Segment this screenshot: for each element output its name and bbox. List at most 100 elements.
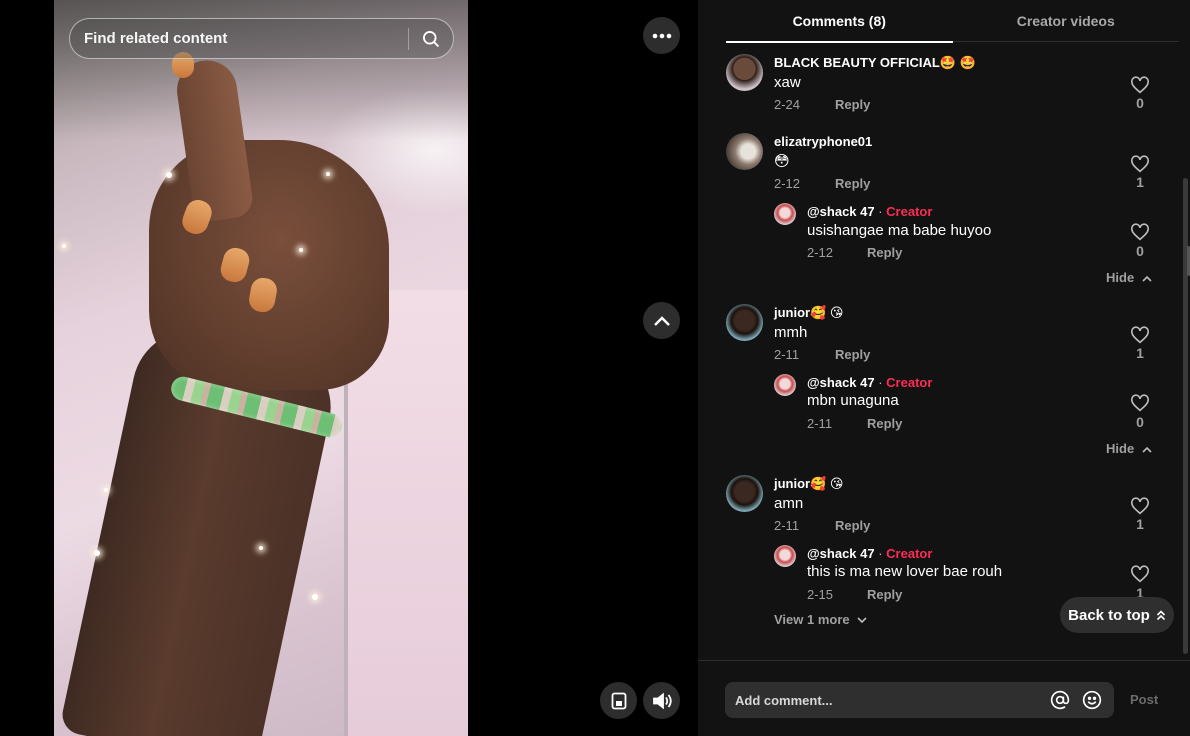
sparkle bbox=[62, 244, 66, 248]
reply-username[interactable]: @shack 47 · Creator bbox=[807, 375, 932, 390]
comment-text: mmh bbox=[774, 324, 808, 341]
reply-button[interactable]: Reply bbox=[835, 347, 870, 362]
comment-text: amn bbox=[774, 495, 804, 512]
hide-replies-button[interactable]: Hide bbox=[1106, 441, 1152, 456]
reply-button[interactable]: Reply bbox=[867, 416, 902, 431]
sparkle bbox=[94, 550, 100, 556]
sparkle bbox=[259, 546, 263, 550]
comment-text: xaw bbox=[774, 74, 801, 91]
like-count: 1 bbox=[1136, 174, 1144, 190]
sparkle bbox=[299, 248, 303, 252]
hide-label: Hide bbox=[1106, 270, 1135, 285]
heart-icon bbox=[1131, 76, 1149, 94]
avatar[interactable] bbox=[726, 54, 763, 91]
reply-username[interactable]: @shack 47 · Creator bbox=[807, 546, 932, 561]
chevron-up-icon bbox=[1142, 446, 1152, 453]
tab-bar: Comments (8) Creator videos bbox=[726, 0, 1180, 43]
comment-username[interactable]: junior🥰 😘 bbox=[774, 305, 843, 321]
creator-badge: Creator bbox=[886, 546, 933, 561]
volume-icon bbox=[652, 692, 672, 709]
comment-username[interactable]: BLACK BEAUTY OFFICIAL🤩 🤩 bbox=[774, 55, 976, 71]
sparkle bbox=[104, 488, 108, 492]
reply-button[interactable]: Reply bbox=[835, 97, 870, 112]
more-options-button[interactable] bbox=[643, 17, 680, 54]
more-icon bbox=[652, 33, 671, 38]
mention-button[interactable] bbox=[1044, 684, 1076, 716]
chevron-up-icon bbox=[653, 315, 670, 326]
comment-input[interactable] bbox=[725, 682, 1044, 718]
creator-badge: Creator bbox=[886, 375, 933, 390]
comment-composer: Post bbox=[698, 660, 1190, 736]
like-count: 0 bbox=[1136, 243, 1144, 259]
avatar[interactable] bbox=[774, 374, 796, 396]
comment-date: 2-11 bbox=[774, 518, 800, 533]
avatar[interactable] bbox=[774, 203, 796, 225]
at-icon bbox=[1050, 690, 1070, 710]
comment-date: 2-11 bbox=[774, 347, 800, 362]
reply-user-name[interactable]: @shack 47 bbox=[807, 546, 875, 561]
hide-replies-button[interactable]: Hide bbox=[1106, 270, 1152, 285]
reply-button[interactable]: Reply bbox=[867, 587, 902, 602]
separator: · bbox=[874, 375, 887, 390]
reply-button[interactable]: Reply bbox=[835, 518, 870, 533]
comment-input-wrap bbox=[725, 682, 1114, 718]
heart-icon bbox=[1131, 223, 1149, 241]
mini-player-button[interactable] bbox=[600, 682, 637, 719]
comment-date: 2-12 bbox=[774, 176, 801, 191]
double-chevron-up-icon bbox=[1156, 609, 1165, 620]
chevron-up-icon bbox=[1142, 275, 1152, 282]
heart-icon bbox=[1131, 394, 1149, 412]
reply-date: 2-12 bbox=[807, 245, 834, 260]
comment-username[interactable]: junior🥰 😘 bbox=[774, 476, 843, 492]
reply-text: mbn unaguna bbox=[807, 392, 899, 409]
search-button[interactable] bbox=[409, 19, 453, 58]
previous-video-button[interactable] bbox=[643, 302, 680, 339]
separator: · bbox=[874, 204, 887, 219]
reply-text: this is ma new lover bae rouh bbox=[807, 563, 1003, 580]
avatar[interactable] bbox=[726, 133, 763, 170]
like-count: 0 bbox=[1136, 95, 1144, 111]
avatar[interactable] bbox=[774, 545, 796, 567]
reply-date: 2-15 bbox=[807, 587, 834, 602]
avatar[interactable] bbox=[726, 475, 763, 512]
volume-button[interactable] bbox=[643, 682, 680, 719]
reply-username[interactable]: @shack 47 · Creator bbox=[807, 204, 932, 219]
heart-icon bbox=[1131, 326, 1149, 344]
back-to-top-label: Back to top bbox=[1068, 606, 1150, 624]
separator: · bbox=[874, 546, 887, 561]
chevron-down-icon bbox=[857, 617, 867, 624]
like-count: 1 bbox=[1136, 516, 1144, 532]
reply-user-name[interactable]: @shack 47 bbox=[807, 204, 875, 219]
reply-user-name[interactable]: @shack 47 bbox=[807, 375, 875, 390]
sparkle bbox=[166, 172, 172, 178]
creator-badge: Creator bbox=[886, 204, 933, 219]
sparkle bbox=[312, 594, 318, 600]
emoji-button[interactable] bbox=[1076, 684, 1108, 716]
tab-creator-videos[interactable]: Creator videos bbox=[953, 0, 1180, 42]
like-count: 1 bbox=[1136, 345, 1144, 361]
like-count: 0 bbox=[1136, 414, 1144, 430]
comment-username[interactable]: elizatryphone01 bbox=[774, 134, 872, 149]
video-fist bbox=[149, 140, 389, 390]
mini-player-icon bbox=[611, 692, 626, 709]
video-area bbox=[0, 0, 698, 736]
back-to-top-button[interactable]: Back to top bbox=[1060, 597, 1174, 633]
video-player[interactable] bbox=[54, 0, 468, 736]
reply-text: usishangae ma babe huyoo bbox=[807, 222, 992, 239]
search-input[interactable] bbox=[70, 19, 408, 58]
search-bar bbox=[69, 18, 454, 59]
heart-icon bbox=[1131, 565, 1149, 583]
reply-button[interactable]: Reply bbox=[835, 176, 870, 191]
post-button[interactable]: Post bbox=[1130, 692, 1158, 707]
sparkle bbox=[326, 172, 330, 176]
view-more-replies-button[interactable]: View 1 more bbox=[774, 612, 867, 627]
emoji-icon bbox=[1082, 690, 1102, 710]
heart-icon bbox=[1131, 497, 1149, 515]
avatar[interactable] bbox=[726, 304, 763, 341]
search-icon bbox=[423, 30, 440, 47]
reply-date: 2-11 bbox=[807, 416, 833, 431]
reply-button[interactable]: Reply bbox=[867, 245, 902, 260]
comment-text: 😳 bbox=[774, 153, 790, 170]
comment-list[interactable]: BLACK BEAUTY OFFICIAL🤩 🤩 xaw 2-24 Reply … bbox=[698, 42, 1190, 660]
tab-comments[interactable]: Comments (8) bbox=[726, 0, 953, 43]
